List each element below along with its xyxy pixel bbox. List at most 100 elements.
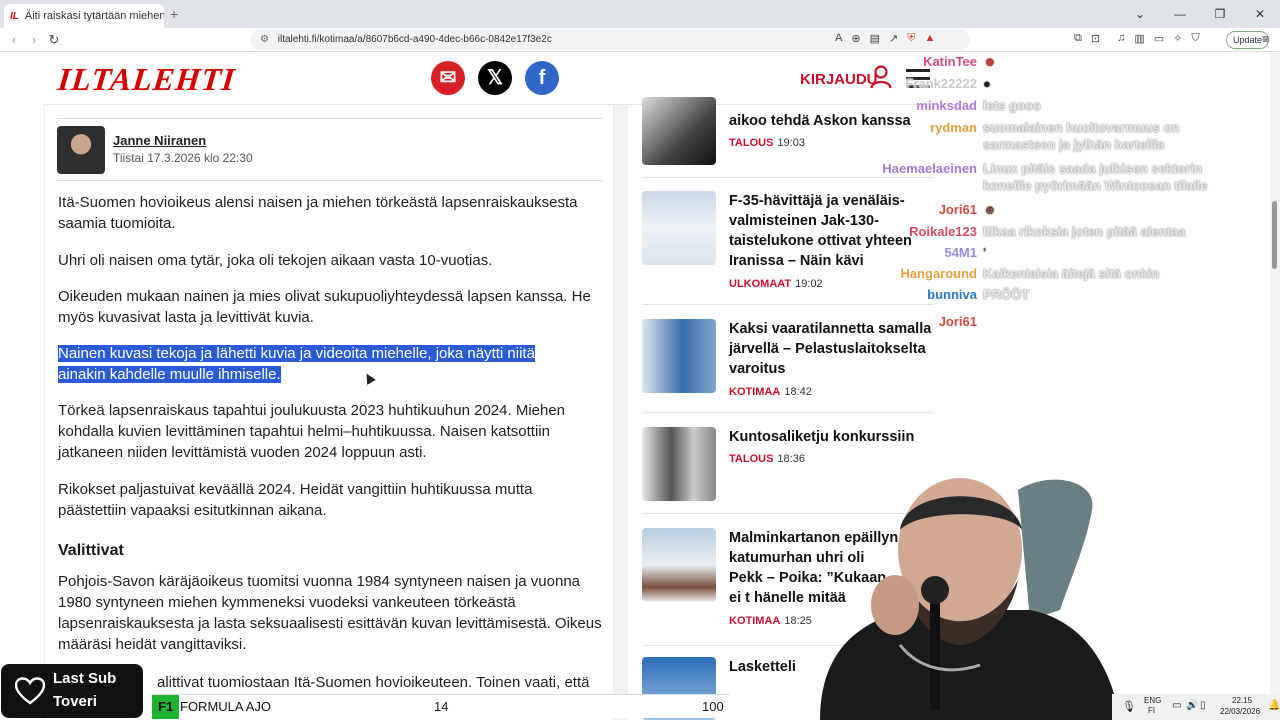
chat-badge-icon: ' <box>983 245 987 260</box>
language-region[interactable]: FI <box>1148 706 1155 715</box>
chat-message: suomalainen huoltovarmuus on sarmasteen … <box>983 120 1180 152</box>
chat-username: Roikale123 <box>909 224 977 239</box>
last-sub-widget: Last Sub Toveri <box>1 664 143 718</box>
site-header: ILTALEHTI ✉ 𝕏 f KIRJAUDU <box>44 53 944 105</box>
article-paragraph: alittivat tuomiostaan Itä-Suomen hovioik… <box>157 674 590 691</box>
article-paragraph: Törkeä lapsenraiskaus tapahtui joulukuus… <box>58 402 566 461</box>
browser-tab-bar: IL Äiti raiskasi tytärtään miehen ka ✕ +… <box>0 0 1280 28</box>
news-thumbnail[interactable] <box>642 528 716 602</box>
notifications-icon[interactable]: 🔔 <box>1268 700 1280 711</box>
music-icon[interactable]: ♫ <box>1117 32 1125 45</box>
minimize-icon[interactable]: — <box>1160 0 1200 28</box>
divider <box>57 118 603 119</box>
url-action-icons: A ⊕ ▤ ↗ ⛨ ▲ <box>835 32 935 45</box>
news-category[interactable]: TALOUS <box>729 453 773 465</box>
chat-username: 54M1 <box>944 245 977 260</box>
brave-rewards-icon[interactable]: ▲ <box>924 32 935 45</box>
sidebar-icon[interactable]: ▥ <box>1134 32 1144 45</box>
chat-username: bunniva <box>927 287 977 302</box>
url-text: iltalehti.fi/kotimaa/a/8607b6cd-a490-4de… <box>277 34 552 45</box>
translate-icon[interactable]: A <box>835 32 842 45</box>
news-thumbnail[interactable] <box>642 319 716 393</box>
news-category[interactable]: KOTIMAA <box>729 615 780 627</box>
last-sub-name: Toveri <box>53 693 97 710</box>
scrollbar-thumb[interactable] <box>1272 201 1277 269</box>
close-window-icon[interactable]: ✕ <box>1240 0 1280 28</box>
chat-username: Haemaelaeinen <box>882 161 977 176</box>
system-tray: 🎙 ENG FI ▭ 🔊 ▯ 22.15 22/03/2026 🔔 <box>1112 694 1280 720</box>
tab-title: Äiti raiskasi tytärtään miehen ka <box>24 10 164 22</box>
tab-search-icon[interactable]: ⌄ <box>1120 0 1160 28</box>
news-time: 18:36 <box>777 453 805 465</box>
vpn-icon[interactable]: ⛉ <box>1191 32 1199 45</box>
selected-text: Nainen kuvasi tekoja ja lähetti kuvia ja… <box>58 345 535 362</box>
forward-icon[interactable]: › <box>24 32 44 47</box>
screenshot-icon[interactable]: ⊡ <box>1091 32 1100 45</box>
author-name[interactable]: Janne Niiranen <box>113 133 206 148</box>
zoom-icon[interactable]: ⊕ <box>851 32 860 45</box>
chat-message: PRÖÖT <box>983 287 1030 302</box>
chat-badge-icon: ● <box>983 76 991 91</box>
clock-time[interactable]: 22.15 <box>1232 696 1252 705</box>
network-icon[interactable]: ▭ <box>1172 700 1181 711</box>
divider <box>642 412 934 413</box>
language-code[interactable]: ENG <box>1144 696 1161 705</box>
chat-username: Jori61 <box>938 314 977 329</box>
chat-message: lets gooo <box>983 98 1041 113</box>
ticker-number: 14 <box>434 699 449 714</box>
news-title[interactable]: Kuntosaliketju konkurssiin <box>729 427 934 447</box>
news-time: 19:03 <box>777 137 805 149</box>
page-scrollbar[interactable] <box>1270 53 1280 720</box>
leo-icon[interactable]: ✧ <box>1173 32 1182 45</box>
news-thumbnail[interactable] <box>642 191 716 265</box>
reader-icon[interactable]: ▤ <box>870 32 880 45</box>
chat-message: Kaikenlaisia äitejä sitä onkin <box>983 266 1160 281</box>
stream-chat-overlay: KatinTee ☻ Frank22222 ● minksdad lets gooo … <box>860 53 1260 353</box>
x-share-icon[interactable]: 𝕏 <box>478 61 512 95</box>
tab-favicon: IL <box>10 10 19 22</box>
chat-username: KatinTee <box>923 54 977 69</box>
site-logo[interactable]: ILTALEHTI <box>56 61 237 98</box>
new-tab-icon[interactable]: + <box>170 6 178 22</box>
volume-icon[interactable]: 🔊 <box>1186 700 1198 711</box>
chat-badge-icon: ☻ <box>983 202 997 217</box>
microphone-icon[interactable]: 🎙 <box>1122 700 1136 713</box>
article-paragraph: Oikeuden mukaan nainen ja mies olivat su… <box>58 288 591 326</box>
toolbar-icons: ⧉ ⊡ ♫ ▥ ▭ ✧ ⛉ <box>1074 32 1200 45</box>
window-controls: ⌄ — ❐ ✕ <box>1120 0 1280 28</box>
chat-message: liikaa rikoksia joten pitää alentaa <box>983 224 1186 239</box>
brave-shield-icon[interactable]: ⛨ <box>907 32 915 45</box>
news-category[interactable]: TALOUS <box>729 137 773 149</box>
ticker-text: FORMULA AJO <box>180 699 272 714</box>
address-bar-row: ‹ › ↻ ⚐ ⚙ iltalehti.fi/kotimaa/a/8607b6c… <box>0 28 1280 75</box>
selected-text: ainakin kahdelle muulle ihmiselle. <box>58 366 281 383</box>
restore-icon[interactable]: ❐ <box>1200 0 1240 28</box>
article-paragraph: Itä-Suomen hovioikeus alensi naisen ja m… <box>58 194 578 232</box>
news-thumbnail[interactable] <box>642 427 716 501</box>
share-icon[interactable]: ↗ <box>889 32 898 45</box>
reload-icon[interactable]: ↻ <box>44 32 64 48</box>
site-info-icon[interactable]: ⚙ <box>260 34 269 45</box>
author-avatar[interactable] <box>57 126 105 174</box>
battery-icon[interactable]: ▯ <box>1200 700 1206 711</box>
chat-username: rydman <box>930 120 977 135</box>
email-share-icon[interactable]: ✉ <box>431 61 465 95</box>
news-thumbnail[interactable] <box>642 97 716 165</box>
wallet-icon[interactable]: ▭ <box>1154 32 1164 45</box>
extensions-icon[interactable]: ⧉ <box>1074 32 1082 45</box>
news-category[interactable]: ULKOMAAT <box>729 278 791 290</box>
browser-tab[interactable]: IL Äiti raiskasi tytärtään miehen ka ✕ <box>4 4 164 28</box>
divider <box>57 180 603 181</box>
menu-icon[interactable]: ≡ <box>1262 32 1269 46</box>
last-sub-label: Last Sub <box>53 670 117 687</box>
chat-username: Hangaround <box>900 266 977 281</box>
section-heading: Valittivat <box>58 542 124 559</box>
article-paragraph: Uhri oli naisen oma tytär, joka oli teko… <box>58 252 493 269</box>
news-category[interactable]: KOTIMAA <box>729 386 780 398</box>
chat-username: Frank22222 <box>905 76 977 91</box>
clock-date[interactable]: 22/03/2026 <box>1220 707 1260 716</box>
article-paragraph: Rikokset paljastuivat keväällä 2024. Hei… <box>58 481 533 519</box>
back-icon[interactable]: ‹ <box>4 32 24 47</box>
facebook-share-icon[interactable]: f <box>525 61 559 95</box>
chat-username: minksdad <box>916 98 977 113</box>
